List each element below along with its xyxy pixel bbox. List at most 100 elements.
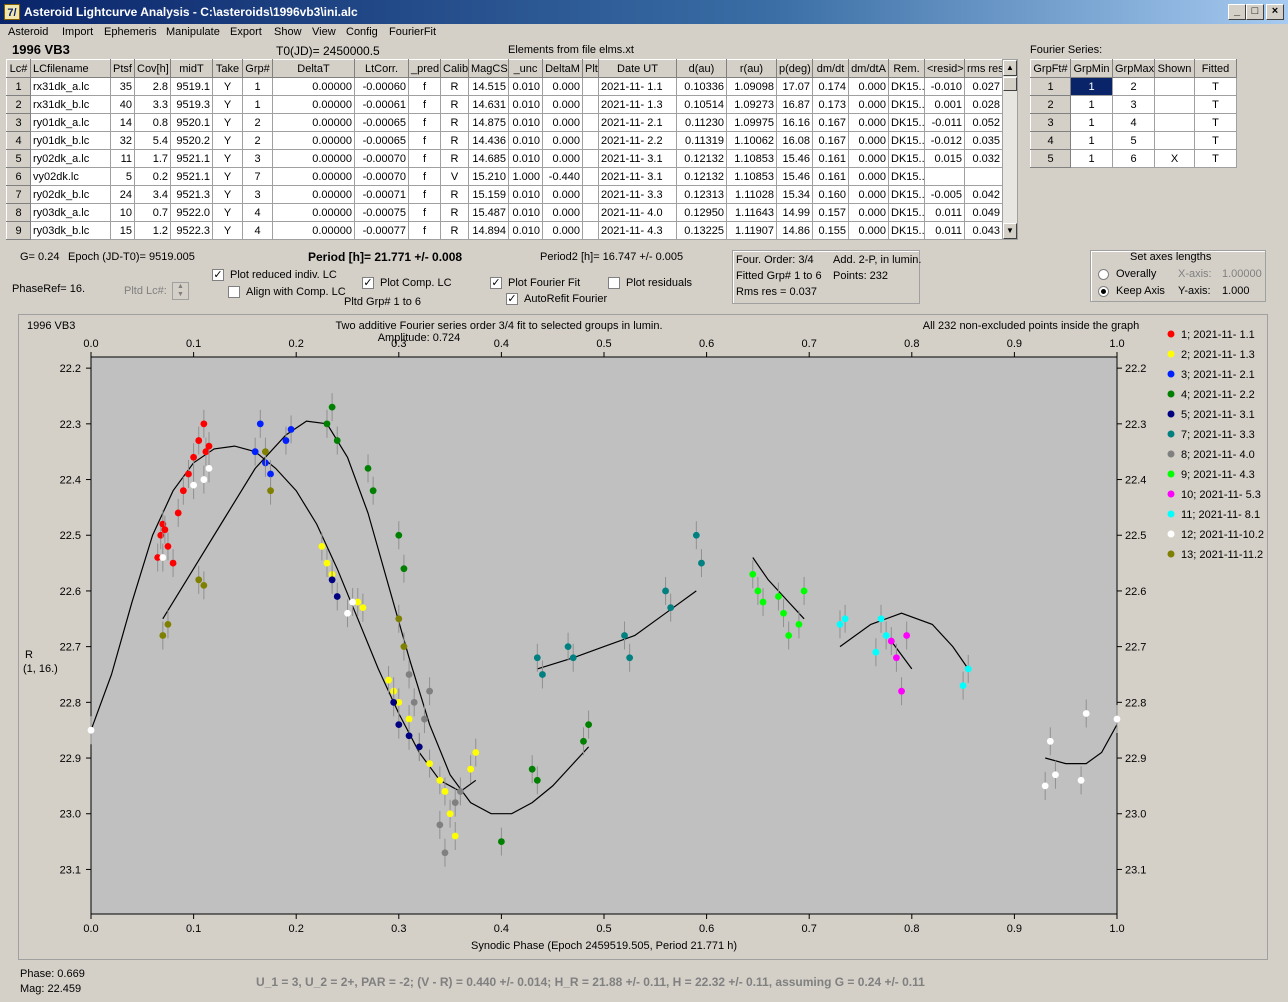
plot-reduced-checkbox[interactable]: ✓ [212,269,224,281]
column-header[interactable]: LCfilename [30,59,111,78]
table-cell[interactable]: 5.4 [134,131,171,150]
menu-fourierfit[interactable]: FourierFit [389,26,436,38]
table-cell[interactable]: f [408,95,441,114]
table-cell[interactable]: ry03dk_b.lc [30,221,111,240]
fourier-column-header[interactable]: Fitted [1194,59,1237,78]
column-header[interactable]: Lc# [6,59,31,78]
column-header[interactable]: Ptsf [110,59,135,78]
table-cell[interactable]: R [440,77,469,96]
table-cell[interactable]: 0.010 [508,149,543,168]
table-row[interactable]: 5 ry02dk_a.lc 11 1.7 9521.1 Y 3 0.00000 -0.00070… [6,149,1003,168]
table-cell[interactable]: 0.12313 [676,185,727,204]
table-cell[interactable]: 0.027 [964,77,1003,96]
table-cell[interactable]: DK15... [888,185,925,204]
fourier-row-header[interactable]: 5 [1030,149,1071,168]
table-cell[interactable]: 0.011 [924,221,965,240]
table-cell[interactable]: 0.167 [812,113,849,132]
autorefit-checkbox[interactable]: ✓ [506,293,518,305]
table-cell[interactable]: 0.11319 [676,131,727,150]
fourier-row-header[interactable]: 4 [1030,131,1071,150]
minimize-button-2[interactable]: _ [1228,4,1246,20]
table-cell[interactable]: vy02dk.lc [30,167,111,186]
table-cell[interactable]: -0.00065 [354,113,409,132]
table-cell[interactable]: 1.09975 [726,113,777,132]
table-cell[interactable]: 4 [242,203,273,222]
table-cell[interactable]: Y [212,113,243,132]
table-cell[interactable]: -0.00060 [354,77,409,96]
column-header[interactable]: LtCorr. [354,59,409,78]
table-cell[interactable]: 17.07 [776,77,813,96]
column-header[interactable]: <resid> [924,59,965,78]
row-header[interactable]: 6 [6,167,31,186]
table-cell[interactable]: 0.010 [508,95,543,114]
table-cell[interactable]: 0.167 [812,131,849,150]
menu-show[interactable]: Show [274,26,302,38]
table-cell[interactable]: 0.2 [134,167,171,186]
table-cell[interactable] [582,95,599,114]
fourier-cell[interactable] [1154,95,1195,114]
table-cell[interactable]: R [440,185,469,204]
table-cell[interactable]: -0.00071 [354,185,409,204]
table-cell[interactable]: DK15... [888,203,925,222]
table-cell[interactable]: 0.010 [508,203,543,222]
table-cell[interactable]: 2021-11- 3.1 [598,167,677,186]
table-cell[interactable]: 1.09273 [726,95,777,114]
table-cell[interactable]: -0.00075 [354,203,409,222]
plot-residuals-checkbox[interactable] [608,277,620,289]
table-cell[interactable]: f [408,167,441,186]
table-cell[interactable]: 1.11643 [726,203,777,222]
table-cell[interactable]: 3.4 [134,185,171,204]
table-cell[interactable]: 1 [242,77,273,96]
fourier-row[interactable]: 213 T [1030,95,1237,114]
table-cell[interactable]: 0.052 [964,113,1003,132]
menu-config[interactable]: Config [346,26,378,38]
table-cell[interactable]: 15.34 [776,185,813,204]
table-cell[interactable]: 0.8 [134,113,171,132]
table-cell[interactable]: DK15... [888,131,925,150]
lightcurve-table-scrollbar[interactable]: ▲ ▼ [1002,59,1018,240]
fourier-cell[interactable]: 3 [1112,95,1155,114]
column-header[interactable]: midT [170,59,213,78]
table-cell[interactable]: 0.000 [542,221,583,240]
fourier-cell[interactable]: 2 [1112,77,1155,96]
table-cell[interactable]: 16.16 [776,113,813,132]
table-cell[interactable]: Y [212,131,243,150]
table-cell[interactable]: 0.00000 [272,131,355,150]
table-cell[interactable]: f [408,149,441,168]
table-cell[interactable]: ry03dk_a.lc [30,203,111,222]
table-cell[interactable]: Y [212,95,243,114]
column-header[interactable]: _pred. [408,59,441,78]
table-cell[interactable]: 10 [110,203,135,222]
table-cell[interactable]: 0.00000 [272,95,355,114]
scroll-thumb[interactable] [1003,77,1017,91]
table-cell[interactable]: 2 [242,131,273,150]
table-cell[interactable]: 0.010 [508,77,543,96]
table-cell[interactable]: -0.012 [924,131,965,150]
table-cell[interactable]: R [440,203,469,222]
table-cell[interactable]: f [408,221,441,240]
table-cell[interactable]: 15.487 [468,203,509,222]
y-axis-value[interactable]: 1.000 [1222,285,1250,297]
table-cell[interactable]: 9519.1 [170,77,213,96]
table-cell[interactable]: 3.3 [134,95,171,114]
fourier-cell[interactable]: 1 [1070,113,1113,132]
table-cell[interactable]: 0.000 [848,185,889,204]
table-cell[interactable]: 0.173 [812,95,849,114]
table-cell[interactable]: 0.157 [812,203,849,222]
table-row[interactable]: 6 vy02dk.lc 5 0.2 9521.1 Y 7 0.00000 -0.00070 f V 1… [6,167,1003,186]
column-header[interactable]: Cov[h] [134,59,171,78]
fourier-cell[interactable]: T [1194,149,1237,168]
overally-radio[interactable] [1098,269,1109,280]
fourier-cell[interactable] [1154,131,1195,150]
table-cell[interactable]: DK15... [888,113,925,132]
fourier-cell[interactable]: T [1194,95,1237,114]
table-cell[interactable]: 32 [110,131,135,150]
menu-manipulate[interactable]: Manipulate [166,26,220,38]
table-cell[interactable]: 14.515 [468,77,509,96]
column-header[interactable]: p(deg) [776,59,813,78]
table-cell[interactable] [582,149,599,168]
align-comp-checkbox[interactable] [228,286,240,298]
table-cell[interactable]: 9521.1 [170,149,213,168]
table-cell[interactable]: 9519.3 [170,95,213,114]
table-cell[interactable]: 15.210 [468,167,509,186]
